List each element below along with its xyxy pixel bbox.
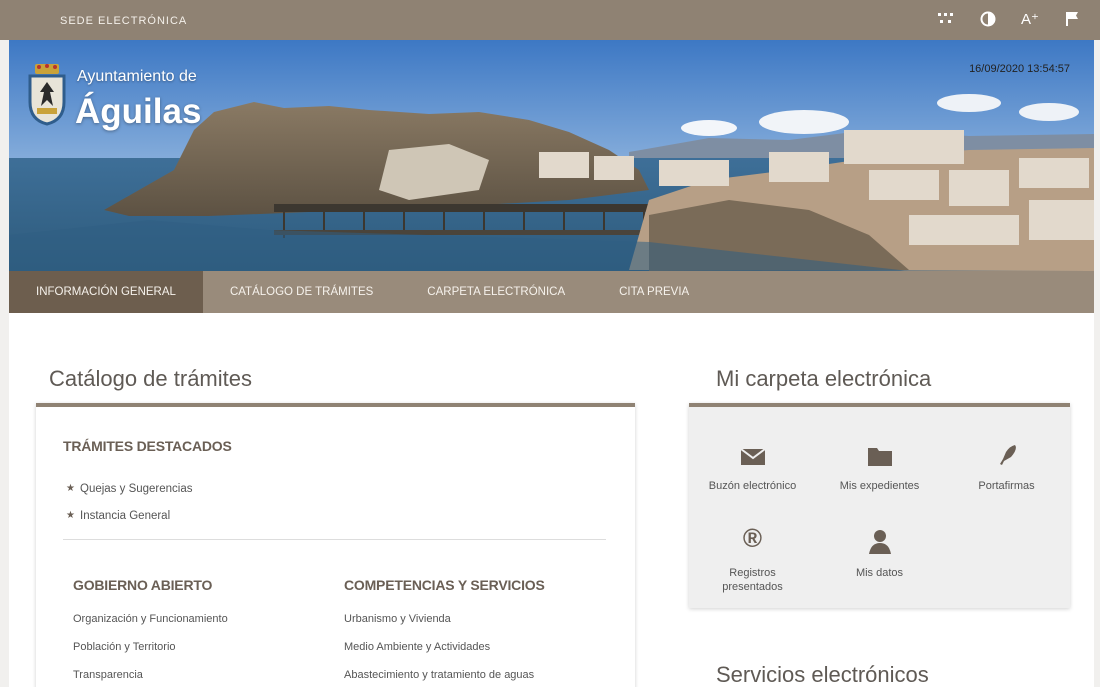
list-item[interactable]: ★ Instancia General: [66, 502, 193, 529]
registered-icon: ®: [742, 523, 763, 553]
page-container: Ayuntamiento de Águilas 16/09/2020 13:54…: [9, 40, 1094, 687]
category-link[interactable]: Transparencia: [73, 669, 228, 687]
mis-expedientes-button[interactable]: Mis expedientes: [816, 437, 943, 493]
category-link[interactable]: Organización y Funcionamiento: [73, 613, 228, 641]
brand-title[interactable]: Águilas: [75, 92, 201, 132]
header-banner: Ayuntamiento de Águilas 16/09/2020 13:54…: [9, 40, 1094, 271]
nav-item-catalogo-tramites[interactable]: CATÁLOGO DE TRÁMITES: [203, 271, 400, 313]
carpeta-panel: Buzón electrónico Mis expedientes Portaf…: [689, 403, 1070, 608]
category-link[interactable]: Abastecimiento y tratamiento de aguas: [344, 669, 545, 687]
brand-subtitle: Ayuntamiento de: [77, 68, 197, 85]
flag-icon-graphic: [1066, 12, 1078, 26]
star-icon: ★: [66, 483, 75, 494]
carpeta-title: Mi carpeta electrónica: [716, 366, 932, 391]
language-flag-icon[interactable]: [1062, 9, 1082, 29]
competencias-servicios-heading[interactable]: COMPETENCIAS Y SERVICIOS: [344, 577, 545, 593]
registros-presentados-button[interactable]: ® Registros presentados: [689, 523, 816, 594]
font-size-icon[interactable]: A⁺: [1020, 9, 1040, 29]
category-link[interactable]: Urbanismo y Vivienda: [344, 613, 545, 641]
buzon-electronico-button[interactable]: Buzón electrónico: [689, 437, 816, 493]
pen-icon: [943, 437, 1070, 467]
top-bar: SEDE ELECTRÓNICA A⁺: [0, 0, 1100, 40]
gobierno-abierto-column: GOBIERNO ABIERTO Organización y Funciona…: [73, 577, 228, 687]
mis-datos-label: Mis datos: [855, 567, 904, 579]
gobierno-abierto-heading[interactable]: GOBIERNO ABIERTO: [73, 577, 228, 593]
category-link[interactable]: Población y Territorio: [73, 641, 228, 669]
current-datetime: 16/09/2020 13:54:57: [969, 63, 1070, 75]
sitemap-icon[interactable]: [936, 9, 956, 29]
sede-electronica-label[interactable]: SEDE ELECTRÓNICA: [60, 15, 187, 27]
carpeta-grid: Buzón electrónico Mis expedientes Portaf…: [689, 407, 1070, 612]
catalogo-panel: TRÁMITES DESTACADOS ★ Quejas y Sugerenci…: [36, 403, 635, 687]
main-nav: INFORMACIÓN GENERAL CATÁLOGO DE TRÁMITES…: [9, 271, 1094, 313]
coat-of-arms-icon: [28, 64, 66, 126]
catalogo-title: Catálogo de trámites: [49, 366, 252, 391]
category-link[interactable]: Medio Ambiente y Actividades: [344, 641, 545, 669]
divider: [63, 539, 606, 540]
buzon-electronico-label: Buzón electrónico: [708, 480, 797, 492]
nav-item-informacion-general[interactable]: INFORMACIÓN GENERAL: [9, 271, 203, 313]
contrast-icon[interactable]: [978, 9, 998, 29]
mis-expedientes-label: Mis expedientes: [839, 480, 920, 492]
destacados-list: ★ Quejas y Sugerencias ★ Instancia Gener…: [66, 475, 193, 529]
portafirmas-label: Portafirmas: [978, 480, 1035, 492]
destacado-link[interactable]: Quejas y Sugerencias: [80, 483, 193, 495]
contrast-icon-graphic: [980, 11, 996, 27]
competencias-servicios-column: COMPETENCIAS Y SERVICIOS Urbanismo y Viv…: [344, 577, 545, 687]
nav-item-cita-previa[interactable]: CITA PREVIA: [592, 271, 716, 313]
portafirmas-button[interactable]: Portafirmas: [943, 437, 1070, 493]
envelope-icon: [689, 437, 816, 467]
user-icon: [816, 524, 943, 554]
destacado-link[interactable]: Instancia General: [80, 510, 170, 522]
registros-presentados-label: Registros presentados: [722, 567, 783, 593]
list-item[interactable]: ★ Quejas y Sugerencias: [66, 475, 193, 502]
accessibility-tools: A⁺: [936, 9, 1082, 29]
folder-icon: [816, 437, 943, 467]
destacados-heading: TRÁMITES DESTACADOS: [63, 438, 232, 454]
star-icon: ★: [66, 510, 75, 521]
nav-item-carpeta-electronica[interactable]: CARPETA ELECTRÓNICA: [400, 271, 592, 313]
sitemap-icon-graphic: [938, 13, 953, 23]
servicios-title: Servicios electrónicos: [716, 662, 929, 687]
mis-datos-button[interactable]: Mis datos: [816, 524, 943, 580]
